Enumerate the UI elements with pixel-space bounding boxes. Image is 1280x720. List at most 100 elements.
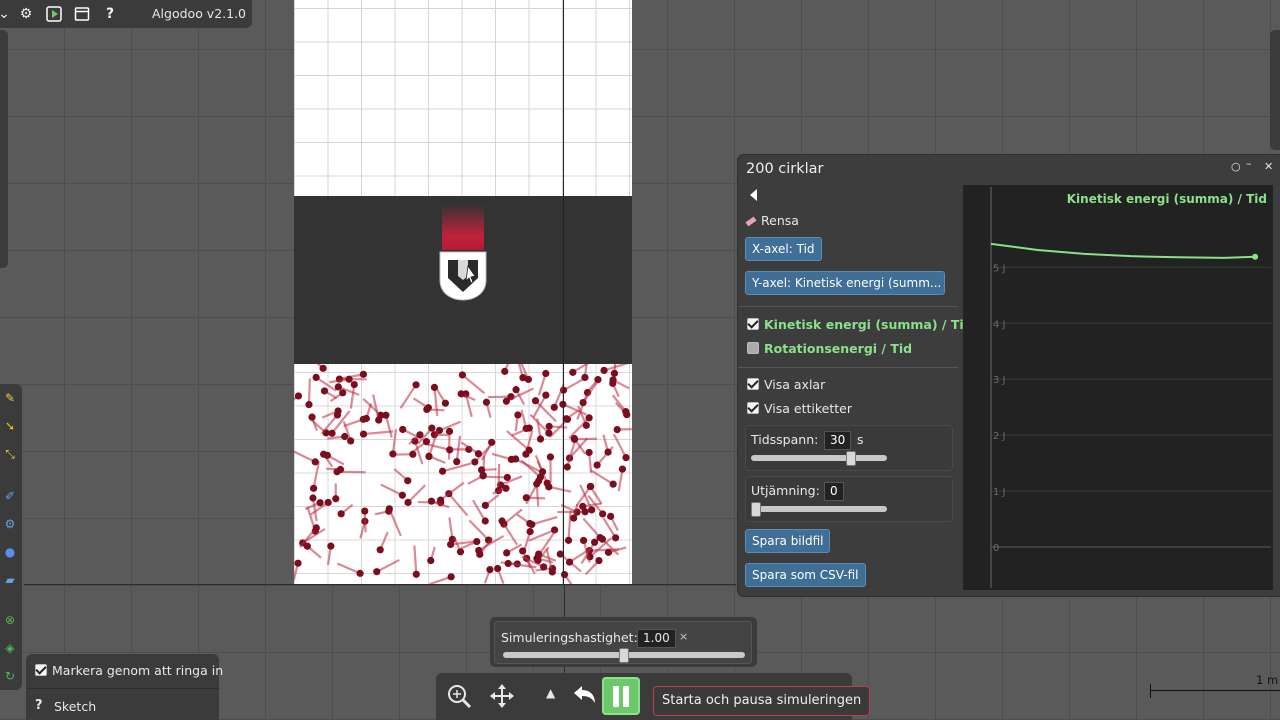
sketch-tool-icon[interactable]: ✎ [2,390,18,406]
particle [579,398,587,407]
pause-bar [623,686,629,707]
speed-input[interactable]: 1.00 [637,629,676,648]
particle [498,517,506,525]
particle [514,411,522,419]
particle [593,461,601,469]
particle [311,458,319,466]
particle [564,536,573,544]
zoom-icon[interactable] [446,683,472,714]
particle [609,480,617,488]
particle [305,401,313,409]
back-arrow-icon[interactable] [750,189,757,201]
speed-control: Simuleringshastighet: 1.00 × [494,621,752,664]
particle [404,498,412,506]
particle [612,534,620,542]
gear-icon[interactable]: ⚙ [16,4,36,24]
slider-thumb[interactable] [846,451,856,466]
particle [320,387,329,395]
particle [359,415,367,423]
pause-button[interactable] [602,677,640,715]
graph-plot[interactable]: 0 1 J 2 J 3 J 4 J 5 J Kinetisk energi (summa) … [963,185,1273,590]
checkbox[interactable] [747,318,759,330]
show-axes-option[interactable]: Visa axlar [747,377,825,392]
shield-icon[interactable] [438,250,488,302]
particle [526,527,534,536]
particle [618,465,627,473]
particle [294,392,303,400]
particle [565,558,574,566]
axle-tool-icon[interactable]: ↻ [2,668,18,684]
checkbox[interactable] [747,378,759,390]
x-axis-button[interactable]: X-axel: Tid [745,237,822,261]
window-icon[interactable] [72,4,92,24]
speed-slider[interactable] [503,648,745,663]
particle [494,564,502,573]
play-scene-icon[interactable] [44,4,64,24]
divider-block[interactable] [294,196,632,364]
box-tool-icon[interactable]: ▰ [2,572,18,588]
particle [458,371,467,379]
minimize-icon[interactable]: – [1246,157,1252,170]
fixate-tool-icon[interactable]: ⊗ [2,612,18,628]
smoothing-input[interactable]: 0 [824,482,844,501]
simulation-scene[interactable] [294,0,632,584]
particle [545,429,553,437]
checkbox[interactable] [747,402,759,414]
smoothing-slider[interactable] [751,502,887,517]
series-option-kinetic[interactable]: Kinetisk energi (summa) / Tid [747,317,973,332]
y-axis-button[interactable]: Y-axel: Kinetisk energi (summ... [745,271,945,295]
left-panel-edge[interactable] [0,30,8,268]
scale-tool-icon[interactable]: ⤡ [2,446,18,462]
pin-icon[interactable]: ○ [1231,160,1241,173]
y-tick-label: 1 J [993,487,1006,498]
close-icon[interactable]: ✕ [1264,160,1273,173]
particle [536,435,545,443]
brush-tool-icon[interactable]: ✐ [2,488,18,504]
particle-trail [380,483,403,497]
particle [531,397,540,405]
up-arrow-icon[interactable]: ▲ [546,686,555,700]
slider-thumb[interactable] [619,648,629,663]
undo-icon[interactable] [572,683,598,714]
right-panel-edge[interactable] [1270,30,1280,150]
speed-suffix: × [679,630,689,643]
tracer-tool-icon[interactable]: ◈ [2,640,18,656]
particle-trail [349,384,356,409]
particle [347,437,355,445]
particle [503,473,511,482]
save-csv-button[interactable]: Spara som CSV-fil [745,563,866,587]
particle [456,548,465,556]
pan-icon[interactable] [489,683,515,714]
circle-tool-icon[interactable]: ● [2,544,18,560]
timespan-input[interactable]: 30 [824,431,852,450]
clear-button[interactable]: Rensa [745,213,799,228]
particle-container[interactable] [294,364,632,584]
timespan-slider[interactable] [751,451,887,466]
slider-thumb[interactable] [751,502,761,517]
graph-window[interactable]: 200 cirklar ○ – ✕ Rensa X-axel: Tid Y-ax… [738,155,1280,596]
particle [438,467,447,475]
particle-trail [391,429,398,455]
divider [738,306,958,307]
move-tool-icon[interactable]: ➘ [2,418,18,434]
save-image-button[interactable]: Spara bildfil [745,529,831,553]
divider [26,688,219,689]
gear-tool-icon[interactable]: ⚙ [2,516,18,532]
checkbox[interactable] [747,342,759,354]
chevron-icon[interactable]: ⌄ [0,4,14,24]
particle [425,452,433,461]
particle [504,559,512,568]
show-labels-option[interactable]: Visa ettiketter [747,401,852,416]
checkbox[interactable] [35,664,47,676]
upper-container[interactable] [294,0,632,196]
particle [569,368,577,376]
select-by-lasso-option[interactable]: Markera genom att ringa in [35,663,223,678]
scale-bar-tick [1150,684,1151,698]
particle-trail [433,387,439,417]
series-option-rotation[interactable]: Rotationsenergi / Tid [747,341,912,356]
particle [507,455,516,464]
help-icon[interactable]: ? [100,4,120,24]
particle [526,519,534,528]
particle [607,512,615,520]
help-icon[interactable]: ? [35,698,43,713]
